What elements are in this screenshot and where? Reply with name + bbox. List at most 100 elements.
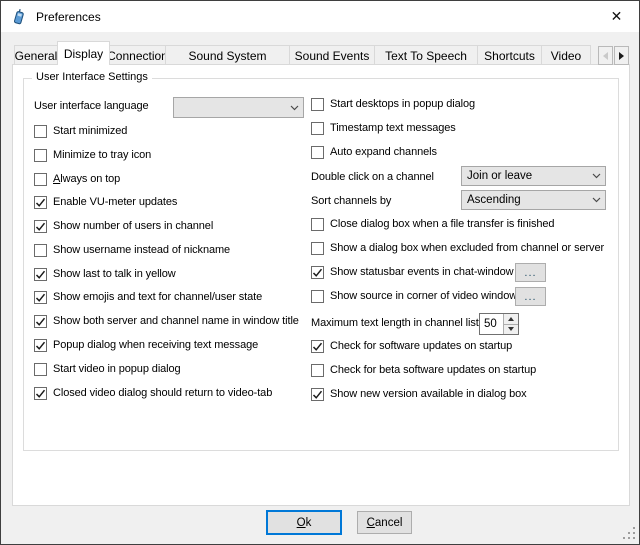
checkbox-check-for-software-updates-on-startup[interactable] xyxy=(311,340,324,353)
chevron-down-icon xyxy=(285,105,303,111)
checkbox-label: Minimize to tray icon xyxy=(53,149,151,162)
ellipsis-button[interactable]: ... xyxy=(515,263,546,282)
checkbox-row: Show a dialog box when excluded from cha… xyxy=(311,242,604,255)
checkbox-row: Enable VU-meter updates xyxy=(34,196,177,209)
checkbox-label: Show username instead of nickname xyxy=(53,244,230,257)
combobox-value: Ascending xyxy=(462,194,587,206)
tab-shortcuts[interactable]: Shortcuts xyxy=(477,45,542,65)
tab-display[interactable]: Display xyxy=(57,41,110,65)
close-button[interactable]: ✕ xyxy=(594,1,639,31)
checkbox-show-username-instead-of-nickname[interactable] xyxy=(34,244,47,257)
double-click-combobox[interactable]: Join or leave xyxy=(461,166,606,186)
language-label: User interface language xyxy=(34,100,149,112)
sort-channels-combobox[interactable]: Ascending xyxy=(461,190,606,210)
checkbox-row: Closed video dialog should return to vid… xyxy=(34,387,272,400)
checkbox-row: Check for software updates on startup xyxy=(311,340,512,353)
checkbox-label: Start video in popup dialog xyxy=(53,363,181,376)
ok-button[interactable]: Ok xyxy=(266,510,342,535)
checkbox-label: Enable VU-meter updates xyxy=(53,196,177,209)
checkbox-row: Show source in corner of video window... xyxy=(311,290,517,303)
checkbox-label: Show a dialog box when excluded from cha… xyxy=(330,242,604,255)
checkbox-show-emojis-and-text-for-channel-user-state[interactable] xyxy=(34,291,47,304)
checkbox-row: Show emojis and text for channel/user st… xyxy=(34,291,262,304)
checkbox-auto-expand-channels[interactable] xyxy=(311,146,324,159)
window-title: Preferences xyxy=(36,10,101,24)
combobox-value: Join or leave xyxy=(462,170,587,182)
tab-sound-system[interactable]: Sound System xyxy=(165,45,290,65)
checkbox-start-video-in-popup-dialog[interactable] xyxy=(34,363,47,376)
tab-bar: GeneralDisplayConnectionSound SystemSoun… xyxy=(14,41,598,65)
checkbox-row: Timestamp text messages xyxy=(311,122,456,135)
checkbox-start-minimized[interactable] xyxy=(34,125,47,138)
checkbox-show-statusbar-events-in-chat-window[interactable] xyxy=(311,266,324,279)
checkbox-show-source-in-corner-of-video-window[interactable] xyxy=(311,290,324,303)
max-text-length-spinner[interactable]: 50 xyxy=(479,313,519,335)
checkbox-show-a-dialog-box-when-excluded-from-channel-or-server[interactable] xyxy=(311,242,324,255)
checkbox-label: Check for software updates on startup xyxy=(330,340,512,353)
sort-channels-label: Sort channels by xyxy=(311,195,391,207)
checkbox-label: Always on top xyxy=(53,173,120,186)
checkbox-row: Popup dialog when receiving text message xyxy=(34,339,258,352)
checkbox-row: Start video in popup dialog xyxy=(34,363,181,376)
group-title: User Interface Settings xyxy=(32,71,152,83)
right-arrow-icon xyxy=(619,52,624,60)
tab-sound-events[interactable]: Sound Events xyxy=(289,45,375,65)
checkbox-closed-video-dialog-should-return-to-video-tab[interactable] xyxy=(34,387,47,400)
cancel-button[interactable]: Cancel xyxy=(357,511,412,534)
checkbox-row: Show both server and channel name in win… xyxy=(34,315,299,328)
checkbox-label: Show new version available in dialog box xyxy=(330,388,527,401)
checkbox-show-last-to-talk-in-yellow[interactable] xyxy=(34,268,47,281)
checkbox-label: Show last to talk in yellow xyxy=(53,268,176,281)
checkbox-label: Show statusbar events in chat-window xyxy=(330,266,514,279)
checkbox-row: Show new version available in dialog box xyxy=(311,388,527,401)
checkbox-check-for-beta-software-updates-on-startup[interactable] xyxy=(311,364,324,377)
checkbox-timestamp-text-messages[interactable] xyxy=(311,122,324,135)
checkbox-row: Show statusbar events in chat-window... xyxy=(311,266,514,279)
checkbox-label: Show number of users in channel xyxy=(53,220,213,233)
checkbox-start-desktops-in-popup-dialog[interactable] xyxy=(311,98,324,111)
checkbox-label: Timestamp text messages xyxy=(330,122,456,135)
tab-connection[interactable]: Connection xyxy=(109,45,166,65)
checkbox-row: Start minimized xyxy=(34,125,127,138)
language-combobox[interactable] xyxy=(173,97,304,118)
resize-grip[interactable] xyxy=(622,527,635,540)
checkbox-row: Show number of users in channel xyxy=(34,220,213,233)
checkbox-label: Closed video dialog should return to vid… xyxy=(53,387,272,400)
tab-scroll-left-button[interactable] xyxy=(598,46,613,65)
checkbox-row: Auto expand channels xyxy=(311,146,437,159)
checkbox-row: Always on top xyxy=(34,173,120,186)
spin-up-button[interactable] xyxy=(504,314,518,325)
checkbox-row: Check for beta software updates on start… xyxy=(311,364,536,377)
checkbox-label: Show emojis and text for channel/user st… xyxy=(53,291,262,304)
tab-video[interactable]: Video xyxy=(541,45,591,65)
spin-down-button[interactable] xyxy=(504,325,518,335)
preferences-dialog: Preferences ✕ GeneralDisplayConnectionSo… xyxy=(0,0,640,545)
tab-text-to-speech[interactable]: Text To Speech xyxy=(374,45,478,65)
checkbox-close-dialog-box-when-a-file-transfer-is-finished[interactable] xyxy=(311,218,324,231)
chevron-down-icon xyxy=(587,173,605,179)
checkbox-label: Start desktops in popup dialog xyxy=(330,98,475,111)
tab-scroll-right-button[interactable] xyxy=(614,46,629,65)
checkbox-enable-vu-meter-updates[interactable] xyxy=(34,196,47,209)
ellipsis-button[interactable]: ... xyxy=(515,287,546,306)
checkbox-row: Show username instead of nickname xyxy=(34,244,230,257)
spinner-value[interactable]: 50 xyxy=(480,314,503,334)
checkbox-label: Show both server and channel name in win… xyxy=(53,315,299,328)
checkbox-show-new-version-available-in-dialog-box[interactable] xyxy=(311,388,324,401)
checkbox-show-number-of-users-in-channel[interactable] xyxy=(34,220,47,233)
checkbox-minimize-to-tray-icon[interactable] xyxy=(34,149,47,162)
checkbox-label: Popup dialog when receiving text message xyxy=(53,339,258,352)
checkbox-always-on-top[interactable] xyxy=(34,173,47,186)
checkbox-label: Close dialog box when a file transfer is… xyxy=(330,218,554,231)
checkbox-row: Start desktops in popup dialog xyxy=(311,98,475,111)
checkbox-label: Start minimized xyxy=(53,125,127,138)
checkbox-label: Auto expand channels xyxy=(330,146,437,159)
spinner-buttons xyxy=(503,314,518,334)
checkbox-show-both-server-and-channel-name-in-window-title[interactable] xyxy=(34,315,47,328)
checkbox-label: Check for beta software updates on start… xyxy=(330,364,536,377)
titlebar: Preferences ✕ xyxy=(1,1,639,32)
tab-general[interactable]: General xyxy=(14,45,58,65)
checkbox-popup-dialog-when-receiving-text-message[interactable] xyxy=(34,339,47,352)
left-arrow-icon xyxy=(603,52,608,60)
down-arrow-icon xyxy=(508,327,514,331)
